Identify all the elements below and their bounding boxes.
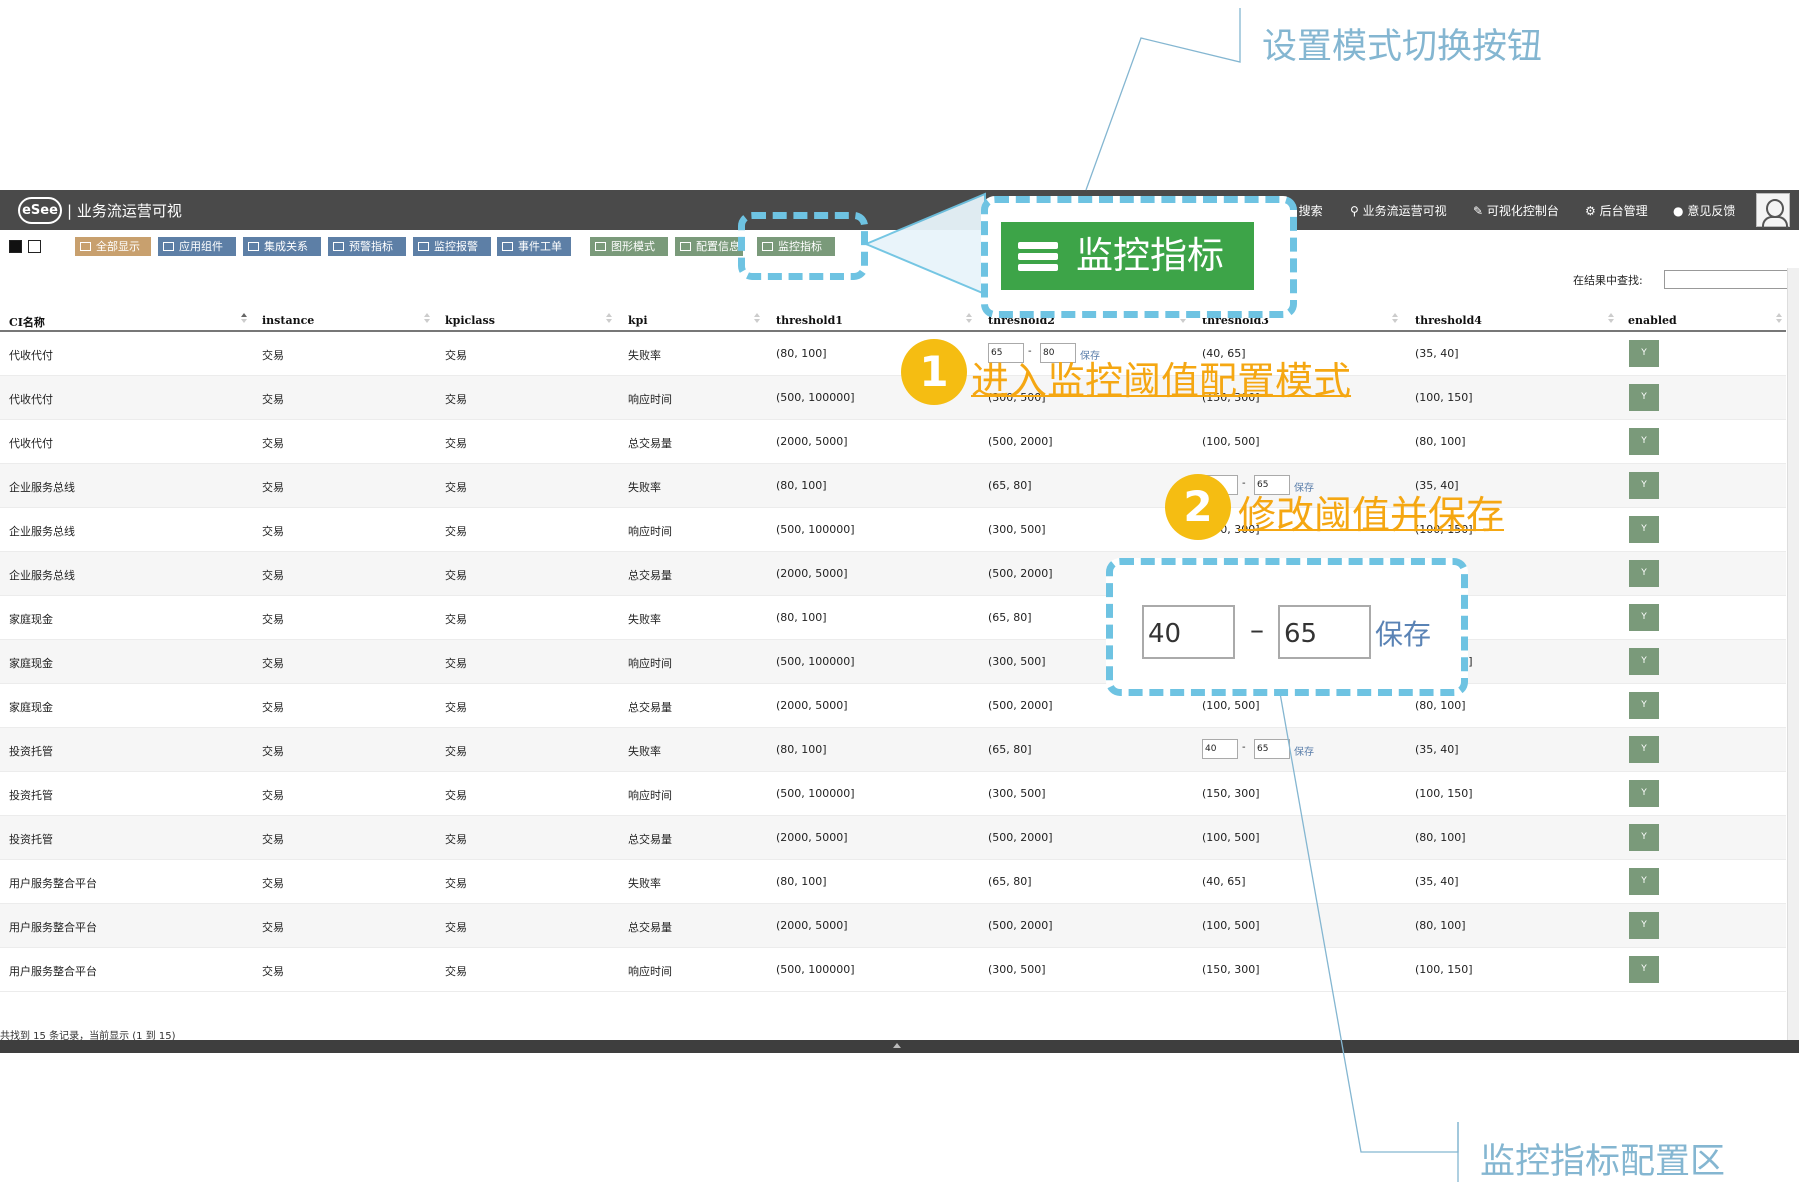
annotation-title-mode-switch: 设置模式切换按钮 <box>1262 27 1543 67</box>
zoom-save-link: 保存 <box>1375 618 1432 651</box>
zoom-threshold-high-input: 65 <box>1278 605 1371 659</box>
step-2-badge: 2 <box>1165 474 1231 540</box>
highlight-box-toolbar <box>738 212 868 280</box>
zoom-range-dash: – <box>1250 613 1264 646</box>
annotation-title-config-area: 监控指标配置区 <box>1480 1142 1726 1182</box>
step-1-badge: 1 <box>901 339 967 405</box>
zoom-threshold-low-input: 40 <box>1142 605 1235 659</box>
monitoring-indicators-zoom: 监控指标 <box>1001 222 1254 290</box>
list-icon <box>1018 242 1058 272</box>
step-1-text: 进入监控阈值配置模式 <box>971 359 1352 403</box>
step-2-text: 修改阈值并保存 <box>1238 493 1505 537</box>
callout-lines <box>863 8 1459 1182</box>
